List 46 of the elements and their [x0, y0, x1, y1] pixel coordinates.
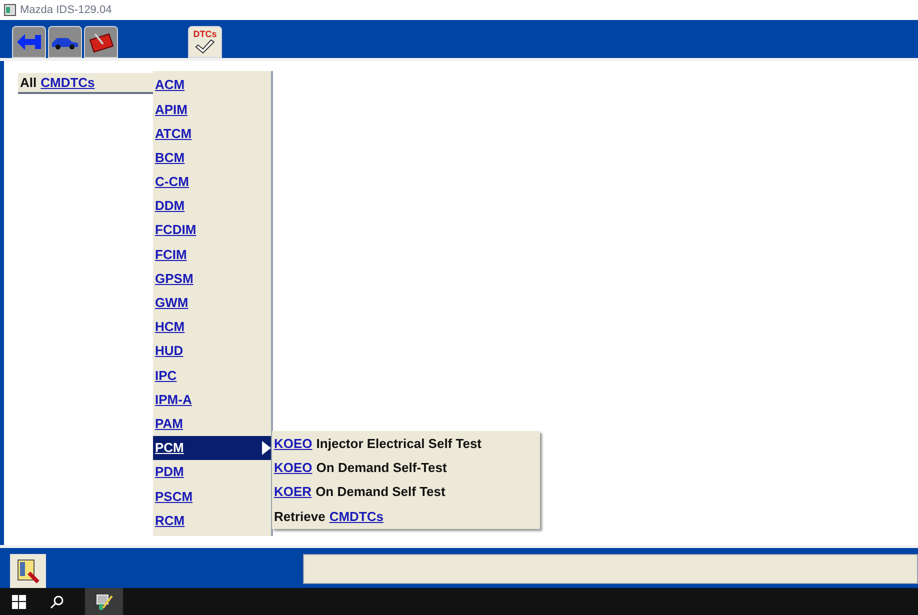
module-menu-item[interactable]: HUD: [153, 339, 271, 364]
module-menu-item[interactable]: GPSM: [153, 266, 271, 291]
module-menu-item[interactable]: APIM: [153, 97, 271, 122]
app-icon: [4, 4, 16, 16]
label-text: All: [20, 74, 37, 92]
module-menu-item[interactable]: HCM: [153, 314, 271, 340]
document-magnifier-icon: [15, 558, 41, 584]
module-menu-item[interactable]: PAM: [153, 412, 271, 436]
toolbar-tab[interactable]: [12, 26, 46, 58]
module-menu-item[interactable]: FCDIM: [153, 218, 271, 242]
module-menu-item[interactable]: BCM: [153, 146, 271, 170]
module-menu-item[interactable]: RCM: [153, 508, 271, 533]
link[interactable]: KOEO: [274, 434, 312, 454]
app-tools-icon: [94, 592, 114, 612]
label-text: On Demand Self-Test: [316, 459, 447, 478]
module-menu-item[interactable]: DDM: [153, 194, 271, 218]
windows-start-icon[interactable]: [12, 594, 26, 608]
module-menu-item[interactable]: C-CM: [153, 170, 271, 194]
link[interactable]: CMDTCs: [40, 72, 95, 92]
submenu-item[interactable]: KOEO Injector Electrical Self Test: [272, 432, 540, 456]
module-menu-item[interactable]: GWM: [153, 290, 271, 315]
dtc-tab[interactable]: DTCs: [188, 26, 222, 58]
module-menu-item[interactable]: PSCM: [153, 484, 271, 508]
taskbar-app-button[interactable]: [85, 588, 123, 615]
label-text: Retrieve: [274, 508, 326, 526]
toolbar-tab[interactable]: [48, 26, 82, 58]
link[interactable]: KOEO: [274, 458, 312, 478]
module-menu-item[interactable]: ATCM: [153, 121, 271, 146]
submenu-item[interactable]: KOEO On Demand Self-Test: [272, 456, 540, 480]
link[interactable]: KOER: [274, 482, 312, 502]
toolbar-tab[interactable]: [84, 26, 118, 58]
module-menu-item[interactable]: PDM: [153, 460, 271, 484]
submenu-arrow-icon: [262, 440, 271, 455]
module-menu-item[interactable]: PCM: [153, 436, 271, 460]
label-text: Injector Electrical Self Test: [316, 434, 482, 453]
window-title: Mazda IDS-129.04: [20, 2, 112, 18]
submenu-item[interactable]: KOER On Demand Self Test: [272, 480, 540, 504]
module-menu-item[interactable]: ACM: [153, 73, 271, 98]
search-icon[interactable]: [50, 594, 64, 608]
label-text: On Demand Self Test: [316, 483, 446, 502]
module-menu-item[interactable]: IPM-A: [153, 387, 271, 412]
module-menu-item[interactable]: FCIM: [153, 242, 271, 266]
submenu-item[interactable]: Retrieve CMDTCs: [272, 504, 540, 528]
link[interactable]: CMDTCs: [329, 506, 384, 526]
module-menu-item[interactable]: IPC: [153, 363, 271, 388]
report-button[interactable]: [10, 554, 46, 588]
